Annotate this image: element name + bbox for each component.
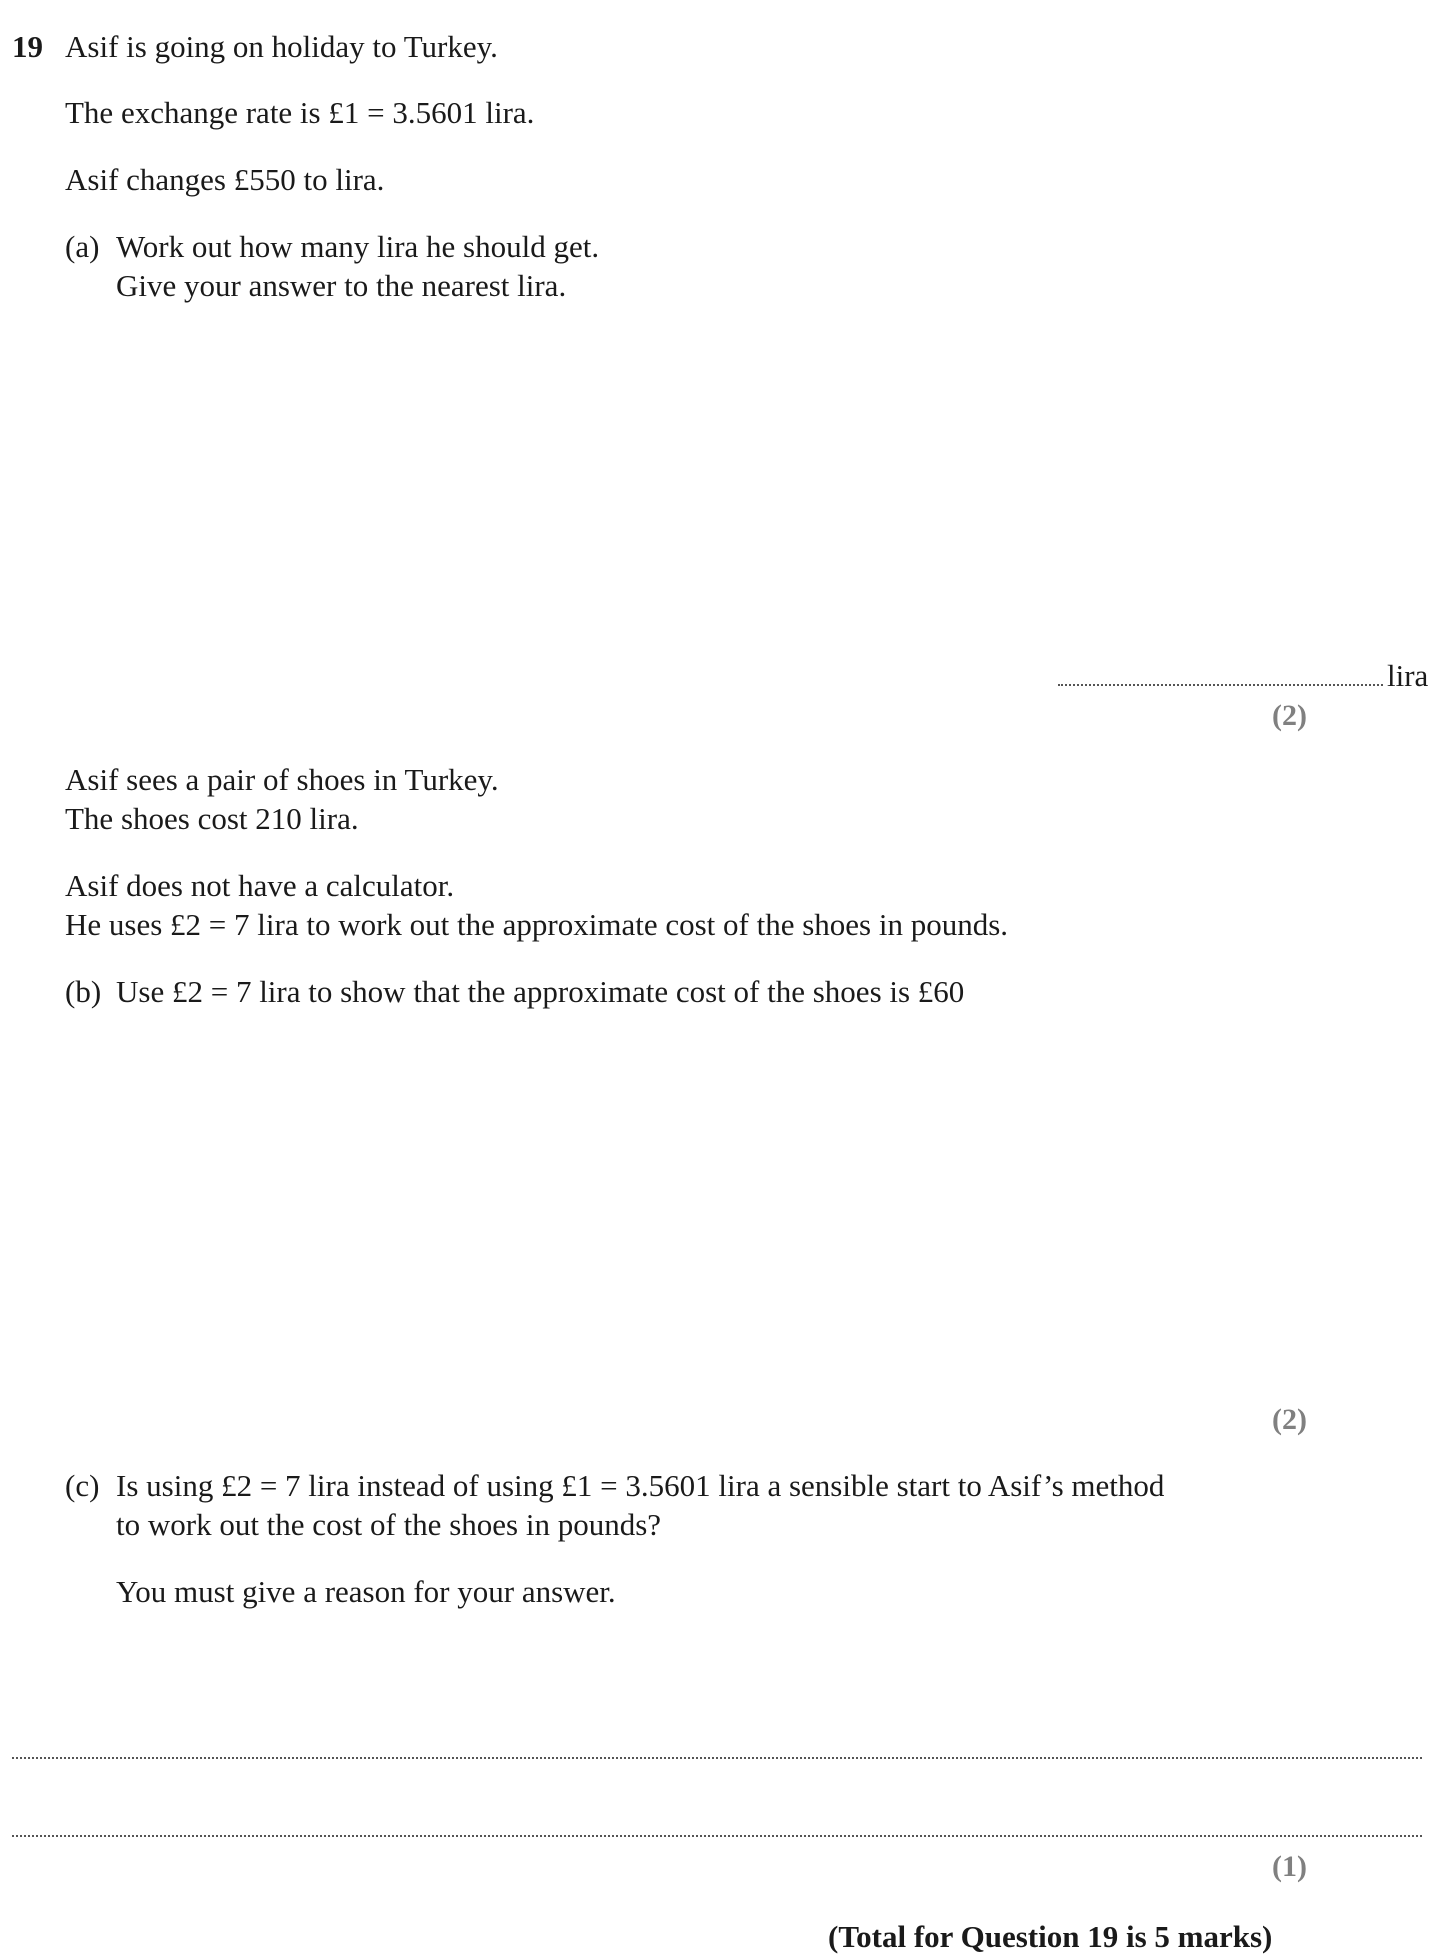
question-intro: Asif is going on holiday to Turkey. xyxy=(65,29,498,64)
part-c-label: (c) xyxy=(65,1468,100,1503)
part-a-rounding-instruction: Give your answer to the nearest lira. xyxy=(116,268,567,303)
context-no-calculator: Asif does not have a calculator. xyxy=(65,868,455,903)
part-a-instruction: Work out how many lira he should get. xyxy=(116,229,600,264)
context-shoes-cost: The shoes cost 210 lira. xyxy=(65,801,359,836)
part-c-question-continued: to work out the cost of the shoes in pou… xyxy=(116,1507,662,1542)
part-c-reason-instruction: You must give a reason for your answer. xyxy=(116,1574,616,1609)
part-a-answer-unit: lira xyxy=(1387,658,1429,693)
question-total-marks: (Total for Question 19 is 5 marks) xyxy=(828,1919,1273,1954)
part-c-question: Is using £2 = 7 lira instead of using £1… xyxy=(116,1468,1165,1503)
part-c-answer-line-1[interactable] xyxy=(12,1757,1422,1759)
part-a-marks: (2) xyxy=(1272,699,1307,732)
amount-changed-text: Asif changes £550 to lira. xyxy=(65,162,385,197)
context-shoes-text: Asif sees a pair of shoes in Turkey. xyxy=(65,762,499,797)
part-c-answer-line-2[interactable] xyxy=(12,1835,1422,1837)
part-b-label: (b) xyxy=(65,974,102,1009)
part-b-marks: (2) xyxy=(1272,1403,1307,1436)
exchange-rate-text: The exchange rate is £1 = 3.5601 lira. xyxy=(65,95,535,130)
part-a-label: (a) xyxy=(65,229,100,264)
context-approximation: He uses £2 = 7 lira to work out the appr… xyxy=(65,907,1009,942)
question-number: 19 xyxy=(12,29,43,64)
part-c-marks: (1) xyxy=(1272,1850,1307,1883)
part-a-answer-line[interactable] xyxy=(1058,684,1383,686)
part-b-instruction: Use £2 = 7 lira to show that the approxi… xyxy=(116,974,965,1009)
